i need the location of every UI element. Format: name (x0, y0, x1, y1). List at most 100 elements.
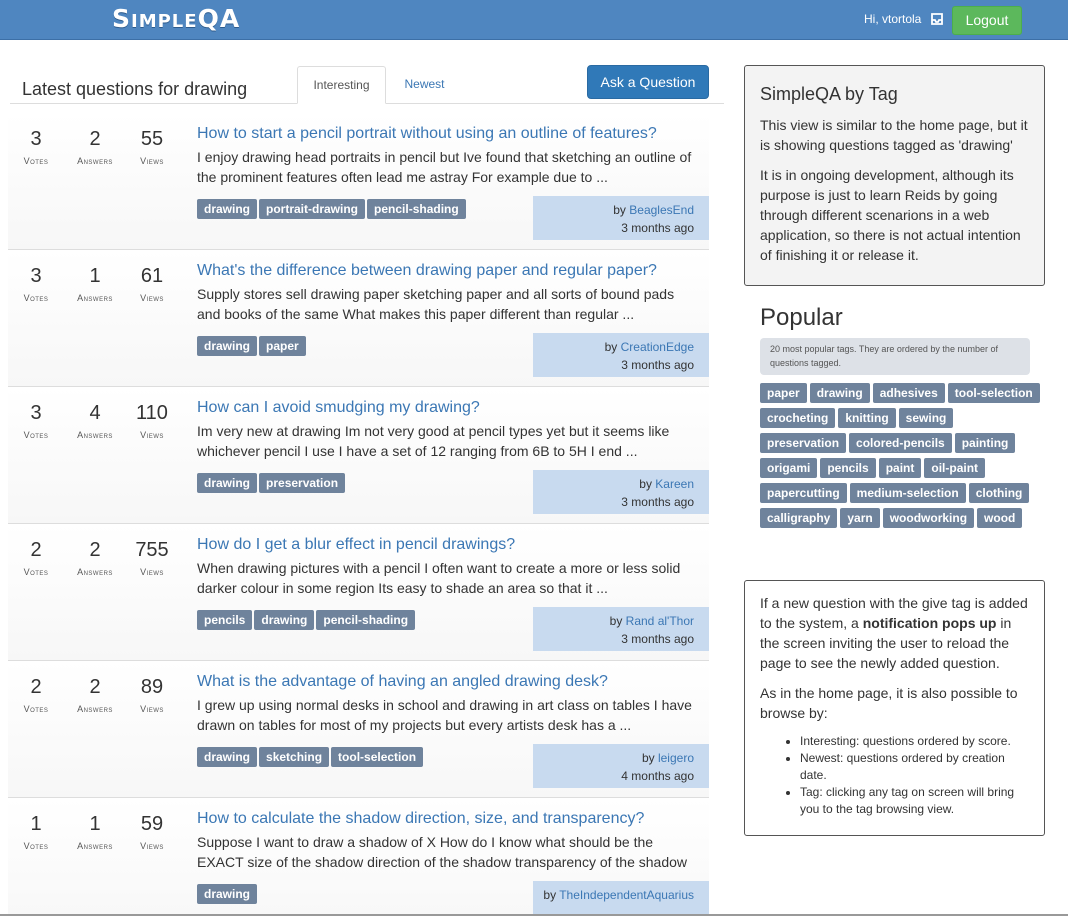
question-time: 3 months ago (621, 495, 694, 509)
popular-tag-paint[interactable]: paint (878, 458, 922, 478)
by-label: by (609, 614, 623, 628)
question-title-link[interactable]: What is the advantage of having an angle… (197, 673, 608, 691)
popular-tag-origami[interactable]: origami (760, 458, 818, 478)
question-title-link[interactable]: How to calculate the shadow direction, s… (197, 810, 644, 828)
votes-count: 2 (30, 676, 42, 698)
tag-pencils[interactable]: pencils (197, 610, 253, 630)
votes-count: 3 (30, 265, 42, 287)
question-row: 1 Votes 1 Answers 59 Views How to calculate th… (8, 798, 709, 916)
question-author-box: by Rand al'Thor 3 months ago (533, 607, 709, 651)
votes-label: Votes (23, 841, 49, 851)
popular-tag-preservation[interactable]: preservation (760, 433, 847, 453)
question-tags: drawing preservation (197, 473, 347, 493)
brand-logo[interactable]: SimpleQA (112, 4, 240, 33)
notes-panel: If a new question with the give tag is a… (744, 580, 1045, 836)
list-item: Interesting: questions ordered by score. (800, 733, 1029, 750)
popular-tag-medium-selection[interactable]: medium-selection (849, 483, 966, 503)
ask-question-button[interactable]: Ask a Question (587, 65, 709, 99)
question-time: 3 months ago (621, 632, 694, 646)
popular-tag-paper[interactable]: paper (760, 383, 807, 403)
question-title-link[interactable]: How can I avoid smudging my drawing? (197, 399, 480, 417)
answers-label: Answers (77, 704, 113, 714)
author-line: by BeaglesEnd (533, 201, 694, 219)
author-link[interactable]: Rand al'Thor (626, 614, 694, 628)
question-title-link[interactable]: How do I get a blur effect in pencil dra… (197, 536, 515, 554)
popular-note: 20 most popular tags. They are ordered b… (760, 338, 1030, 375)
votes-stat: 2 Votes (18, 675, 54, 714)
question-row: 3 Votes 1 Answers 61 Views What's the differen… (8, 250, 709, 387)
tag-paper[interactable]: paper (259, 336, 306, 356)
views-stat: 55 Views (134, 127, 170, 166)
popular-tag-painting[interactable]: painting (954, 433, 1016, 453)
author-link[interactable]: BeaglesEnd (629, 203, 694, 217)
author-link[interactable]: Kareen (655, 477, 694, 491)
question-tags: drawing paper (197, 336, 308, 356)
notes-paragraph-1: If a new question with the give tag is a… (760, 593, 1029, 673)
tag-drawing[interactable]: drawing (197, 473, 258, 493)
votes-count: 1 (30, 813, 42, 835)
popular-tag-sewing[interactable]: sewing (898, 408, 954, 428)
author-link[interactable]: TheIndependentAquarius (559, 888, 694, 902)
popular-tag-woodworking[interactable]: woodworking (882, 508, 975, 528)
popular-tag-drawing[interactable]: drawing (809, 383, 870, 403)
question-tags: drawing portrait-drawing pencil-shading (197, 199, 468, 219)
popular-tag-clothing[interactable]: clothing (968, 483, 1030, 503)
question-excerpt: Supply stores sell drawing paper sketchi… (197, 286, 675, 322)
tag-sketching[interactable]: sketching (259, 747, 330, 767)
popular-tag-wood[interactable]: wood (977, 508, 1023, 528)
tag-drawing[interactable]: drawing (197, 199, 258, 219)
question-excerpt: I enjoy drawing head portraits in pencil… (197, 149, 692, 185)
answers-stat: 2 Answers (70, 538, 120, 577)
popular-tag-cloud: paper drawing adhesives tool-selection croch… (760, 383, 1045, 533)
popular-tag-crocheting[interactable]: crocheting (760, 408, 836, 428)
question-author-box: by Kareen 3 months ago (533, 470, 709, 514)
browse-options-list: Interesting: questions ordered by score.… (760, 733, 1029, 818)
by-label: by (641, 751, 655, 765)
tag-pencil-shading[interactable]: pencil-shading (316, 610, 416, 630)
author-link[interactable]: leigero (658, 751, 694, 765)
answers-count: 2 (89, 128, 101, 150)
tag-drawing[interactable]: drawing (197, 884, 258, 904)
tag-preservation[interactable]: preservation (259, 473, 346, 493)
tag-pencil-shading[interactable]: pencil-shading (367, 199, 466, 219)
by-label: by (604, 340, 618, 354)
answers-label: Answers (77, 567, 113, 577)
answers-count: 2 (89, 539, 101, 561)
views-stat: 61 Views (134, 264, 170, 303)
tag-drawing[interactable]: drawing (254, 610, 315, 630)
by-label: by (613, 203, 626, 217)
question-title-link[interactable]: How to start a pencil portrait without u… (197, 125, 657, 143)
views-count: 55 (140, 128, 164, 150)
answers-label: Answers (77, 156, 113, 166)
logout-button[interactable]: Logout (952, 6, 1022, 35)
author-line: by CreationEdge (533, 338, 694, 356)
popular-tag-adhesives[interactable]: adhesives (872, 383, 945, 403)
inbox-icon[interactable] (930, 12, 944, 26)
tag-tool-selection[interactable]: tool-selection (331, 747, 424, 767)
info-panel: SimpleQA by Tag This view is similar to … (744, 65, 1045, 286)
popular-tag-colored-pencils[interactable]: colored-pencils (849, 433, 952, 453)
author-link[interactable]: CreationEdge (621, 340, 694, 354)
by-label: by (543, 888, 557, 902)
question-title-link[interactable]: What's the difference between drawing pa… (197, 262, 657, 280)
votes-count: 2 (30, 539, 42, 561)
question-excerpt: When drawing pictures with a pencil I of… (197, 560, 681, 596)
tag-drawing[interactable]: drawing (197, 336, 258, 356)
question-time: 3 months ago (621, 358, 694, 372)
author-line: by TheIndependentAquarius (533, 886, 694, 904)
tab-newest[interactable]: Newest (388, 66, 461, 104)
info-panel-title: SimpleQA by Tag (760, 84, 898, 104)
popular-tag-yarn[interactable]: yarn (840, 508, 880, 528)
tag-portrait-drawing[interactable]: portrait-drawing (259, 199, 366, 219)
popular-tag-calligraphy[interactable]: calligraphy (760, 508, 838, 528)
popular-tag-pencils[interactable]: pencils (820, 458, 876, 478)
question-time: 4 months ago (621, 769, 694, 783)
popular-tag-oil-paint[interactable]: oil-paint (924, 458, 986, 478)
author-line: by Rand al'Thor (533, 612, 694, 630)
popular-tag-papercutting[interactable]: papercutting (760, 483, 847, 503)
popular-tag-tool-selection[interactable]: tool-selection (947, 383, 1040, 403)
question-row: 2 Votes 2 Answers 89 Views What is the advanta… (8, 661, 709, 798)
tab-interesting[interactable]: Interesting (297, 66, 386, 104)
tag-drawing[interactable]: drawing (197, 747, 258, 767)
popular-tag-knitting[interactable]: knitting (838, 408, 896, 428)
